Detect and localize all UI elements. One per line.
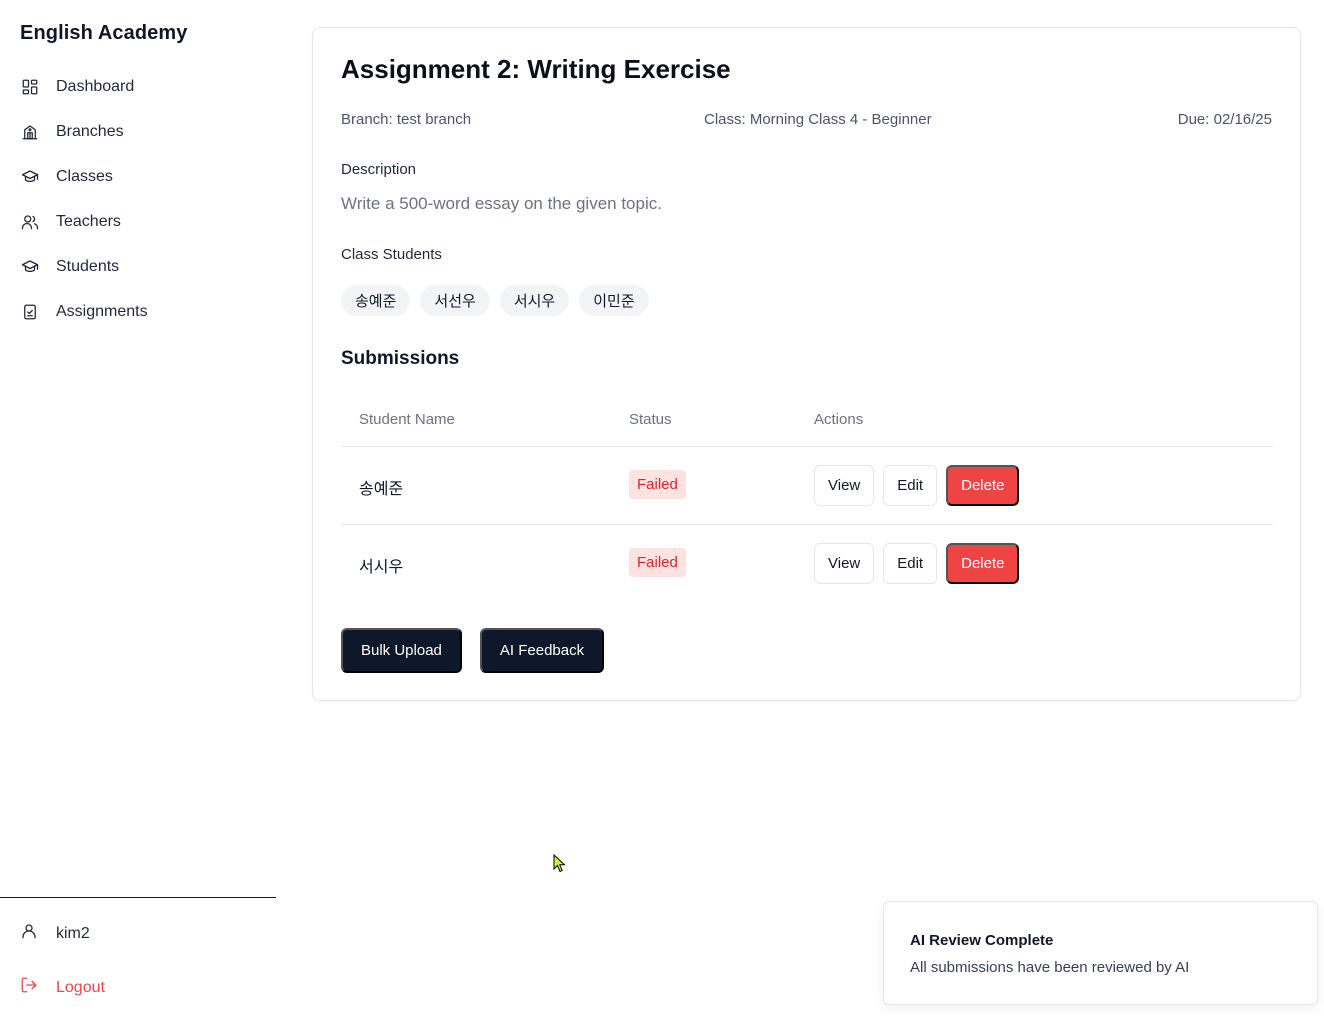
assignment-card: Assignment 2: Writing Exercise Branch: t…: [312, 27, 1301, 701]
branch-info: Branch: test branch: [341, 111, 472, 128]
status-badge: Failed: [629, 548, 686, 577]
edit-button[interactable]: Edit: [883, 543, 938, 584]
graduation-cap-icon: [20, 167, 40, 187]
page-title: Assignment 2: Writing Exercise: [341, 54, 731, 84]
graduation-cap-icon: [20, 257, 40, 277]
table-header: Student Name Status Actions: [341, 400, 1273, 447]
ai-feedback-button[interactable]: AI Feedback: [479, 628, 605, 673]
row-actions: View Edit Delete: [814, 543, 1020, 584]
users-icon: [20, 212, 40, 232]
sidebar-item-branches[interactable]: Branches: [20, 109, 270, 154]
table-row: 송예준 Failed View Edit Delete: [341, 447, 1273, 525]
sidebar-divider: [0, 897, 276, 898]
student-name-cell: 서시우: [359, 559, 404, 576]
user-name: kim2: [56, 924, 90, 942]
dashboard-icon: [20, 77, 40, 97]
student-chip: 서시우: [499, 285, 570, 316]
logout-icon: [20, 976, 38, 999]
view-button[interactable]: View: [814, 543, 875, 584]
student-name-cell: 송예준: [359, 481, 404, 498]
column-header-actions: Actions: [814, 411, 864, 428]
sidebar-item-dashboard[interactable]: Dashboard: [20, 64, 270, 109]
sidebar-item-label: Teachers: [56, 212, 121, 230]
delete-button[interactable]: Delete: [946, 543, 1020, 584]
user-profile[interactable]: kim2: [20, 922, 90, 945]
class-info: Class: Morning Class 4 - Beginner: [704, 111, 932, 128]
app-title: English Academy: [20, 22, 188, 44]
logout-label: Logout: [56, 978, 105, 996]
sidebar-nav: Dashboard Branches Classes Teachers Stud…: [20, 64, 270, 334]
mouse-cursor-icon: [553, 854, 566, 873]
sidebar-item-students[interactable]: Students: [20, 244, 270, 289]
clipboard-check-icon: [20, 302, 40, 322]
bulk-actions: Bulk Upload AI Feedback: [341, 628, 605, 673]
user-icon: [20, 922, 38, 945]
table-row: 서시우 Failed View Edit Delete: [341, 525, 1273, 603]
sidebar-item-label: Branches: [56, 122, 124, 140]
student-chip: 송예준: [341, 285, 411, 316]
row-actions: View Edit Delete: [814, 465, 1020, 506]
toast-notification[interactable]: AI Review Complete All submissions have …: [883, 901, 1318, 1005]
sidebar-item-teachers[interactable]: Teachers: [20, 199, 270, 244]
column-header-student-name: Student Name: [359, 411, 455, 428]
sidebar-item-classes[interactable]: Classes: [20, 154, 270, 199]
sidebar-item-label: Students: [56, 257, 120, 275]
column-header-status: Status: [629, 411, 672, 428]
edit-button[interactable]: Edit: [883, 465, 938, 506]
toast-message: All submissions have been reviewed by AI: [910, 959, 1190, 976]
sidebar-item-label: Assignments: [56, 302, 148, 320]
bulk-upload-button[interactable]: Bulk Upload: [341, 628, 462, 673]
building-icon: [20, 122, 40, 142]
status-badge: Failed: [629, 470, 686, 499]
student-chip: 서선우: [420, 285, 490, 316]
view-button[interactable]: View: [814, 465, 875, 506]
submissions-title: Submissions: [341, 348, 460, 369]
logout-button[interactable]: Logout: [20, 976, 105, 999]
sidebar-item-label: Dashboard: [56, 77, 135, 95]
sidebar-item-label: Classes: [56, 167, 113, 185]
class-students-list: 송예준 서선우 서시우 이민준: [341, 285, 649, 316]
due-date: Due: 02/16/25: [1177, 111, 1272, 128]
sidebar-item-assignments[interactable]: Assignments: [20, 289, 270, 334]
description-text: Write a 500-word essay on the given topi…: [341, 194, 662, 213]
class-students-label: Class Students: [341, 246, 442, 263]
student-chip: 이민준: [579, 285, 649, 316]
sidebar: English Academy Dashboard Branches Class…: [0, 0, 276, 1016]
submissions-table: Student Name Status Actions 송예준 Failed V…: [341, 400, 1273, 603]
toast-title: AI Review Complete: [910, 932, 1054, 949]
delete-button[interactable]: Delete: [946, 465, 1020, 506]
description-label: Description: [341, 161, 417, 178]
